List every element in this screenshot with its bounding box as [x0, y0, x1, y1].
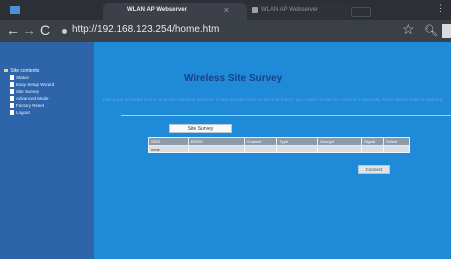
- sidebar-item-easy-setup-wizard[interactable]: Easy Setup Wizard: [10, 82, 54, 87]
- sidebar-root-label: Site contents: [10, 68, 40, 74]
- cell-channel: [243, 145, 278, 153]
- page-icon: [10, 82, 14, 87]
- window-menu-icon[interactable]: ⋮: [436, 3, 445, 14]
- sidebar-item-label: Easy Setup Wizard: [16, 82, 55, 87]
- column-header-signal: Signal: [361, 137, 385, 146]
- column-header-encrypt: Encrypt: [317, 137, 363, 146]
- tab-title: WLAN AP Webserver: [127, 7, 187, 13]
- cell-ssid: none: [148, 145, 189, 153]
- sidebar-item-label: Site Survey: [16, 89, 40, 94]
- menu-icon[interactable]: [442, 24, 451, 38]
- column-header-channel: Channel: [243, 137, 278, 146]
- page-icon: [10, 89, 14, 94]
- page-description: This page provides tool to scan the wire…: [102, 98, 444, 103]
- sidebar-root[interactable]: Site contents: [4, 68, 39, 74]
- divider: [121, 115, 451, 116]
- cell-bssid: [187, 145, 245, 153]
- page-icon: [10, 110, 14, 115]
- column-header-type: Type: [276, 137, 319, 146]
- sidebar-item-site-survey[interactable]: Site Survey: [10, 89, 39, 94]
- sidebar-item-status[interactable]: Status: [10, 75, 29, 80]
- column-header-select: Select: [383, 137, 410, 146]
- sidebar-item-factory-reset[interactable]: Factory Reset: [10, 103, 44, 108]
- sidebar: Site contents Status Easy Setup Wizard S…: [0, 42, 94, 259]
- column-header-ssid: SSID: [148, 137, 189, 146]
- folder-icon: [4, 69, 8, 72]
- apps-icon[interactable]: [10, 6, 20, 14]
- page-icon: [10, 96, 14, 101]
- cell-encrypt: [317, 145, 363, 153]
- bookmark-star-icon[interactable]: ☆: [402, 21, 415, 38]
- connect-button[interactable]: Connect: [358, 165, 390, 174]
- tab-wlan-inactive[interactable]: WLAN AP Webserver: [247, 3, 348, 20]
- page-icon: [10, 103, 14, 108]
- cell-signal: [361, 145, 385, 153]
- site-survey-button[interactable]: Site Survey: [169, 124, 232, 133]
- zoom-search-icon[interactable]: 🔍︎: [424, 24, 438, 37]
- cell-select[interactable]: [383, 145, 410, 153]
- sidebar-item-logout[interactable]: Logout: [10, 110, 30, 115]
- tab-title: WLAN AP Webserver: [261, 7, 319, 13]
- sidebar-item-advanced-mode[interactable]: Advanced Mode: [10, 96, 49, 101]
- page-icon: [10, 75, 14, 80]
- survey-results-table: SSID BSSID Channel Type Encrypt Signal S…: [148, 137, 410, 153]
- back-arrow-icon[interactable]: ←: [6, 22, 20, 38]
- cell-type: [276, 145, 319, 153]
- new-tab-button[interactable]: [351, 7, 371, 17]
- table-header-row: SSID BSSID Channel Type Encrypt Signal S…: [148, 137, 410, 146]
- tab-wlan-active[interactable]: WLAN AP Webserver ×: [103, 3, 247, 20]
- page-title: Wireless Site Survey: [184, 73, 283, 84]
- reload-icon[interactable]: C: [40, 22, 50, 38]
- tab-strip: WLAN AP Webserver × WLAN AP Webserver ⋮: [0, 0, 451, 20]
- sidebar-item-label: Logout: [16, 110, 30, 115]
- forward-arrow-icon[interactable]: →: [22, 22, 36, 38]
- sidebar-item-label: Status: [16, 75, 29, 80]
- page-info-icon[interactable]: [62, 29, 67, 34]
- browser-toolbar: ← → C http://192.168.123.254/home.htm ☆ …: [0, 20, 451, 42]
- close-tab-icon[interactable]: ×: [224, 5, 229, 15]
- page-favicon-icon: [252, 7, 258, 13]
- table-row: none: [148, 145, 410, 153]
- column-header-bssid: BSSID: [187, 137, 245, 146]
- sidebar-item-label: Factory Reset: [16, 103, 45, 108]
- address-bar[interactable]: http://192.168.123.254/home.htm: [72, 24, 219, 35]
- web-page: Site contents Status Easy Setup Wizard S…: [0, 42, 451, 259]
- sidebar-item-label: Advanced Mode: [16, 96, 49, 101]
